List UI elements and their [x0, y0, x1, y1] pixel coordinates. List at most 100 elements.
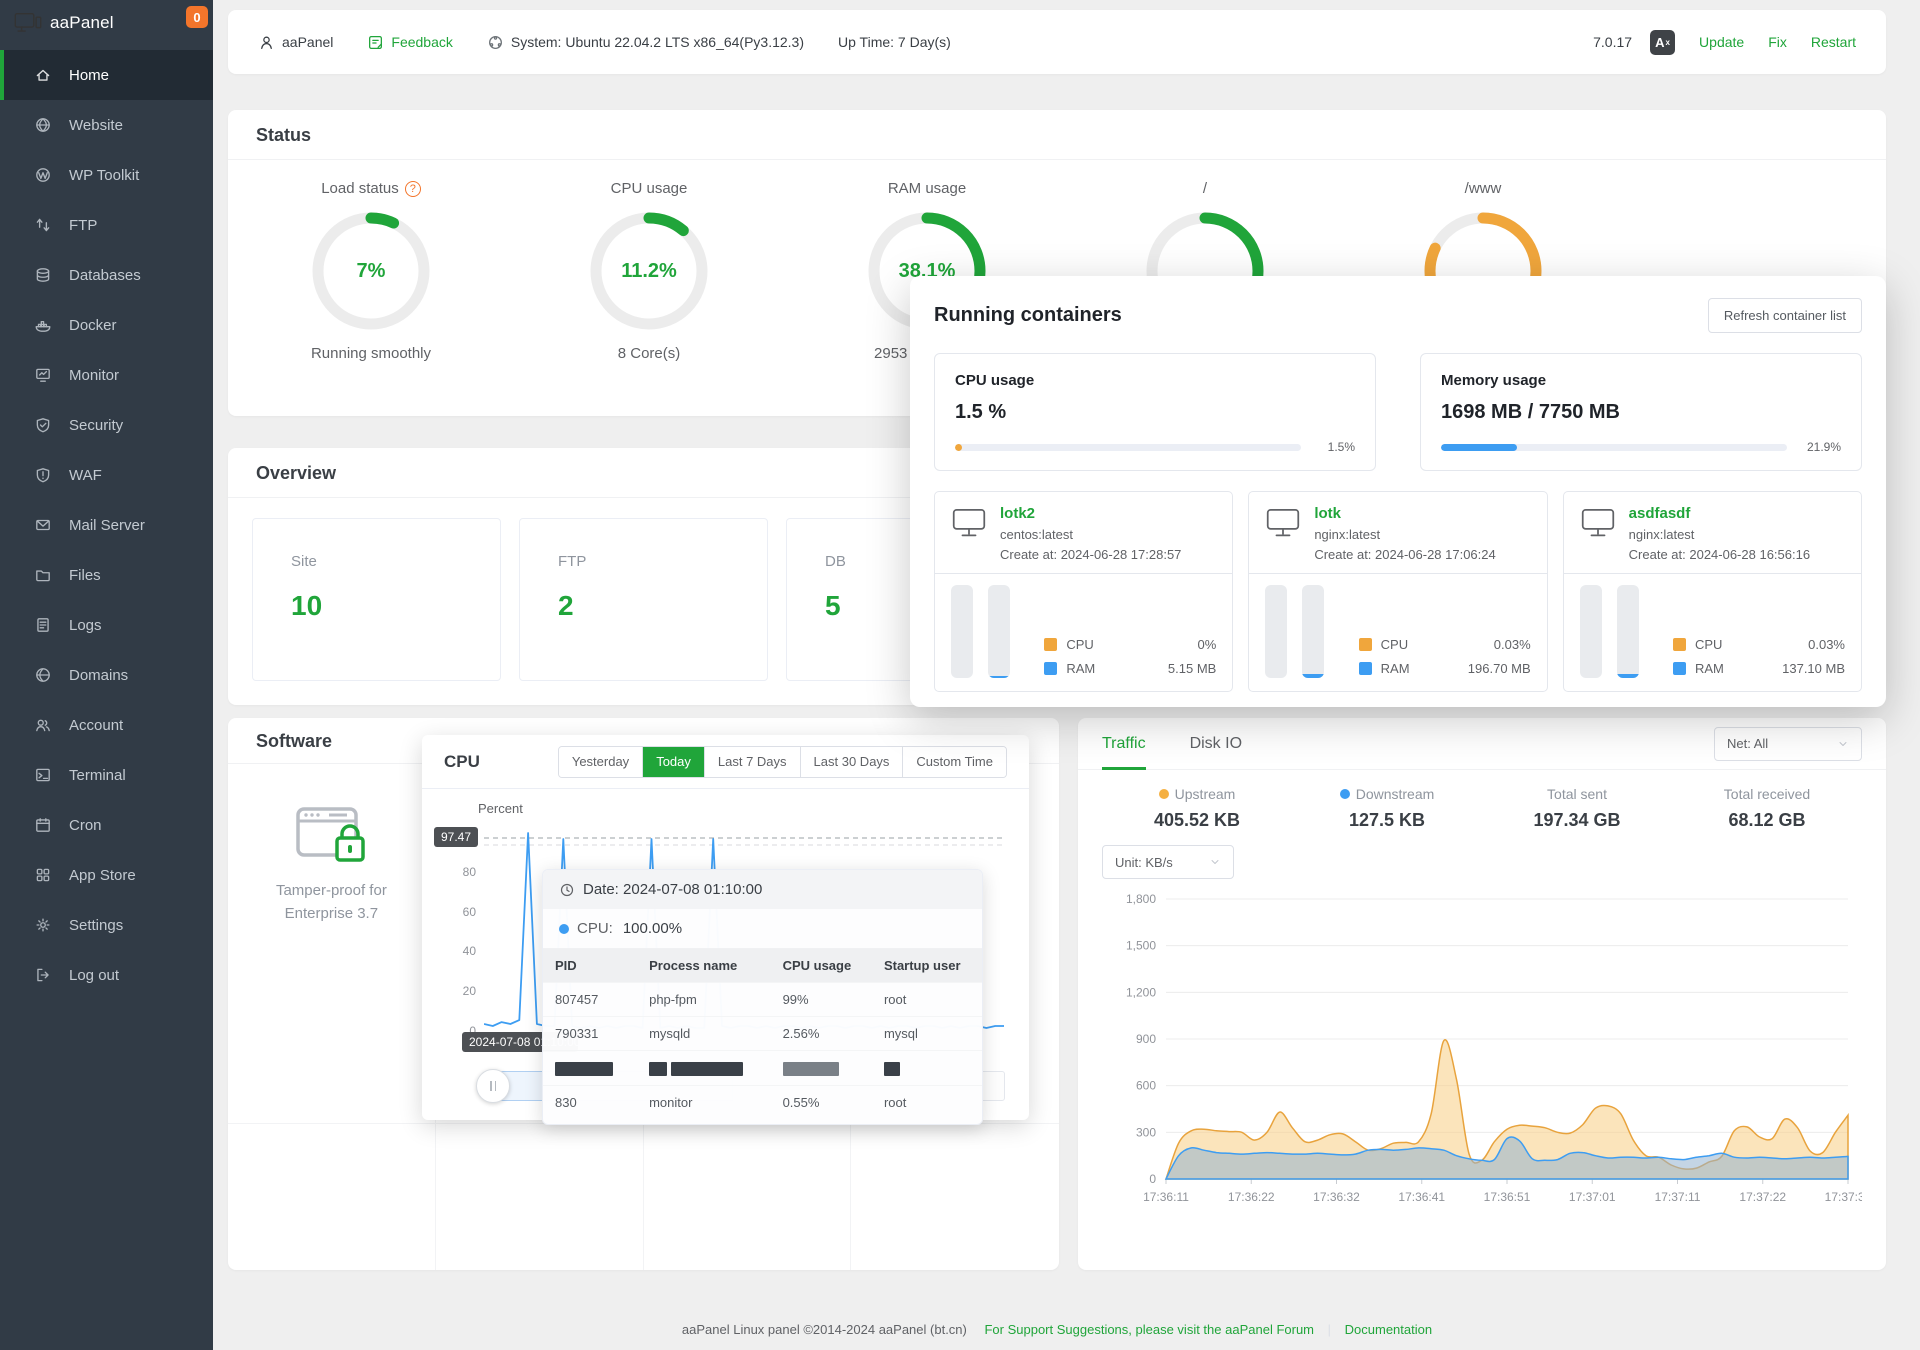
- sidebar-item-app-store[interactable]: App Store: [0, 850, 213, 900]
- language-icon[interactable]: Ax: [1650, 29, 1676, 55]
- cpu-tab-custom-time[interactable]: Custom Time: [902, 746, 1006, 777]
- sidebar-item-website[interactable]: Website: [0, 100, 213, 150]
- update-button[interactable]: Update: [1699, 34, 1744, 50]
- feedback-icon: [369, 35, 383, 49]
- sidebar-item-logs[interactable]: Logs: [0, 600, 213, 650]
- sidebar-item-docker[interactable]: Docker: [0, 300, 213, 350]
- ram-bar: [1302, 585, 1325, 678]
- tab-traffic[interactable]: Traffic: [1102, 718, 1146, 770]
- sidebar-item-monitor[interactable]: Monitor: [0, 350, 213, 400]
- upstream-dot: [1158, 789, 1169, 799]
- sidebar-item-settings[interactable]: Settings: [0, 900, 213, 950]
- topbar-user[interactable]: aaPanel: [258, 34, 333, 51]
- sidebar-item-databases[interactable]: Databases: [0, 250, 213, 300]
- terminal-icon: [34, 766, 52, 784]
- cpu-bar: [951, 585, 973, 678]
- legend-row-cpu: CPU 0.03%: [1358, 637, 1531, 652]
- sidebar-menu: Home Website WP Toolkit FTP Databases Docker M…: [0, 50, 213, 1000]
- cpu-tab-today[interactable]: Today: [642, 746, 704, 777]
- sidebar-item-account[interactable]: Account: [0, 700, 213, 750]
- waf-icon: [34, 466, 52, 484]
- sidebar-item-label: Home: [69, 66, 110, 84]
- cpu-tab-last-30-days[interactable]: Last 30 Days: [799, 746, 903, 777]
- sidebar-item-cron[interactable]: Cron: [0, 800, 213, 850]
- sidebar-item-label: Cron: [69, 816, 102, 834]
- ram-value: 196.70 MB: [1467, 661, 1531, 676]
- sidebar-item-wp-toolkit[interactable]: WP Toolkit: [0, 150, 213, 200]
- sidebar-item-domains[interactable]: Domains: [0, 650, 213, 700]
- svg-text:17:37:22: 17:37:22: [1739, 1190, 1786, 1204]
- cpu-ytick: 80: [462, 864, 476, 879]
- sidebar-item-label: Website: [69, 116, 123, 134]
- svg-text:1,200: 1,200: [1126, 985, 1156, 999]
- chevron-down-icon: [1211, 860, 1219, 864]
- sidebar-item-waf[interactable]: WAF: [0, 450, 213, 500]
- traffic-chart: 0 300 600 900 1,200 1,500 1,800 17:36:11 17:36:2…: [1126, 892, 1872, 1204]
- cpu-legend-swatch: [1044, 638, 1058, 651]
- mail-server-icon: [34, 516, 52, 534]
- ram-value: 137.10 MB: [1782, 661, 1845, 676]
- container-created: Create at: 2024-06-28 16:56:16: [1628, 547, 1811, 562]
- overview-card-site[interactable]: Site 10: [252, 518, 501, 681]
- process-table-header: Startup user: [871, 949, 982, 983]
- legend-row-cpu: CPU 0%: [1044, 637, 1216, 652]
- help-icon[interactable]: ?: [404, 180, 421, 197]
- sidebar-item-label: Mail Server: [69, 516, 145, 534]
- slider-handle[interactable]: [476, 1069, 510, 1103]
- ubuntu-icon: [488, 35, 502, 49]
- sidebar-item-files[interactable]: Files: [0, 550, 213, 600]
- container-card-lotk2[interactable]: lotk2 centos:latest Create at: 2024-06-28 …: [934, 491, 1234, 692]
- sidebar-item-ftp[interactable]: FTP: [0, 200, 213, 250]
- net-select[interactable]: Net: All: [1714, 726, 1862, 761]
- cpu-progress-fill: [955, 443, 962, 451]
- aapanel-logo-icon: [14, 13, 42, 32]
- refresh-container-list-button[interactable]: Refresh container list: [1707, 298, 1862, 333]
- traffic-panel: Traffic Disk IO Net: All Upstream 405.52 K…: [1078, 718, 1886, 1270]
- documentation-link[interactable]: Documentation: [1345, 1322, 1432, 1337]
- tab-disk-io[interactable]: Disk IO: [1190, 718, 1242, 770]
- overview-label: Site: [291, 553, 317, 570]
- sidebar-item-label: Logs: [69, 616, 102, 634]
- sidebar-logo[interactable]: aaPanel 0: [0, 0, 213, 46]
- gauge-value: 7%: [356, 259, 386, 282]
- memory-progress-track: [1441, 443, 1787, 451]
- cpu-series-dot: [559, 923, 569, 934]
- software-item-tamper-proof[interactable]: Tamper-proof for Enterprise 3.7: [228, 764, 435, 925]
- stat-value: 68.12 GB: [1728, 810, 1806, 830]
- topbar: aaPanel Feedback System: Ubuntu 22.04.2 …: [228, 10, 1886, 74]
- svg-text:900: 900: [1136, 1032, 1156, 1046]
- fix-button[interactable]: Fix: [1768, 34, 1787, 50]
- sidebar-item-security[interactable]: Security: [0, 400, 213, 450]
- sidebar-item-label: Monitor: [69, 366, 120, 384]
- sidebar-item-log-out[interactable]: Log out: [0, 950, 213, 1000]
- modal-title: Running containers: [934, 304, 1122, 326]
- forum-link[interactable]: For Support Suggestions, please visit th…: [984, 1322, 1314, 1337]
- footer: aaPanel Linux panel ©2014-2024 aaPanel (…: [228, 1322, 1886, 1337]
- restart-button[interactable]: Restart: [1811, 34, 1856, 50]
- account-icon: [34, 716, 52, 734]
- notification-badge[interactable]: 0: [186, 6, 208, 28]
- svg-text:17:36:11: 17:36:11: [1143, 1190, 1189, 1204]
- overview-card-ftp[interactable]: FTP 2: [519, 518, 768, 681]
- sidebar-item-terminal[interactable]: Terminal: [0, 750, 213, 800]
- sidebar: aaPanel 0 Home Website WP Toolkit FTP Databa…: [0, 0, 213, 1350]
- feedback-link[interactable]: Feedback: [367, 34, 453, 51]
- cpu-axis-label: Percent: [478, 801, 523, 816]
- cpu-tab-yesterday[interactable]: Yesterday: [558, 746, 643, 777]
- container-card-asdfasdf[interactable]: asdfasdf nginx:latest Create at: 2024-06-2…: [1562, 491, 1862, 692]
- sidebar-item-home[interactable]: Home: [0, 50, 213, 100]
- unit-select[interactable]: Unit: KB/s: [1102, 845, 1234, 879]
- container-card-lotk[interactable]: lotk nginx:latest Create at: 2024-06-28 17…: [1248, 491, 1548, 692]
- cpu-tab-last-7-days[interactable]: Last 7 Days: [703, 746, 800, 777]
- overview-label: FTP: [558, 553, 587, 570]
- ram-bar: [988, 585, 1010, 678]
- files-icon: [34, 566, 52, 584]
- container-created: Create at: 2024-06-28 17:28:57: [1000, 547, 1182, 562]
- process-table-header: Process name: [637, 949, 771, 983]
- sidebar-item-label: Security: [69, 416, 124, 434]
- gauge-label: /www: [1464, 180, 1502, 197]
- sidebar-item-label: Log out: [69, 966, 120, 984]
- sidebar-item-label: Settings: [69, 916, 124, 934]
- sidebar-item-mail-server[interactable]: Mail Server: [0, 500, 213, 550]
- modal-memory-usage-card: Memory usage 1698 MB / 7750 MB 21.9%: [1420, 353, 1862, 471]
